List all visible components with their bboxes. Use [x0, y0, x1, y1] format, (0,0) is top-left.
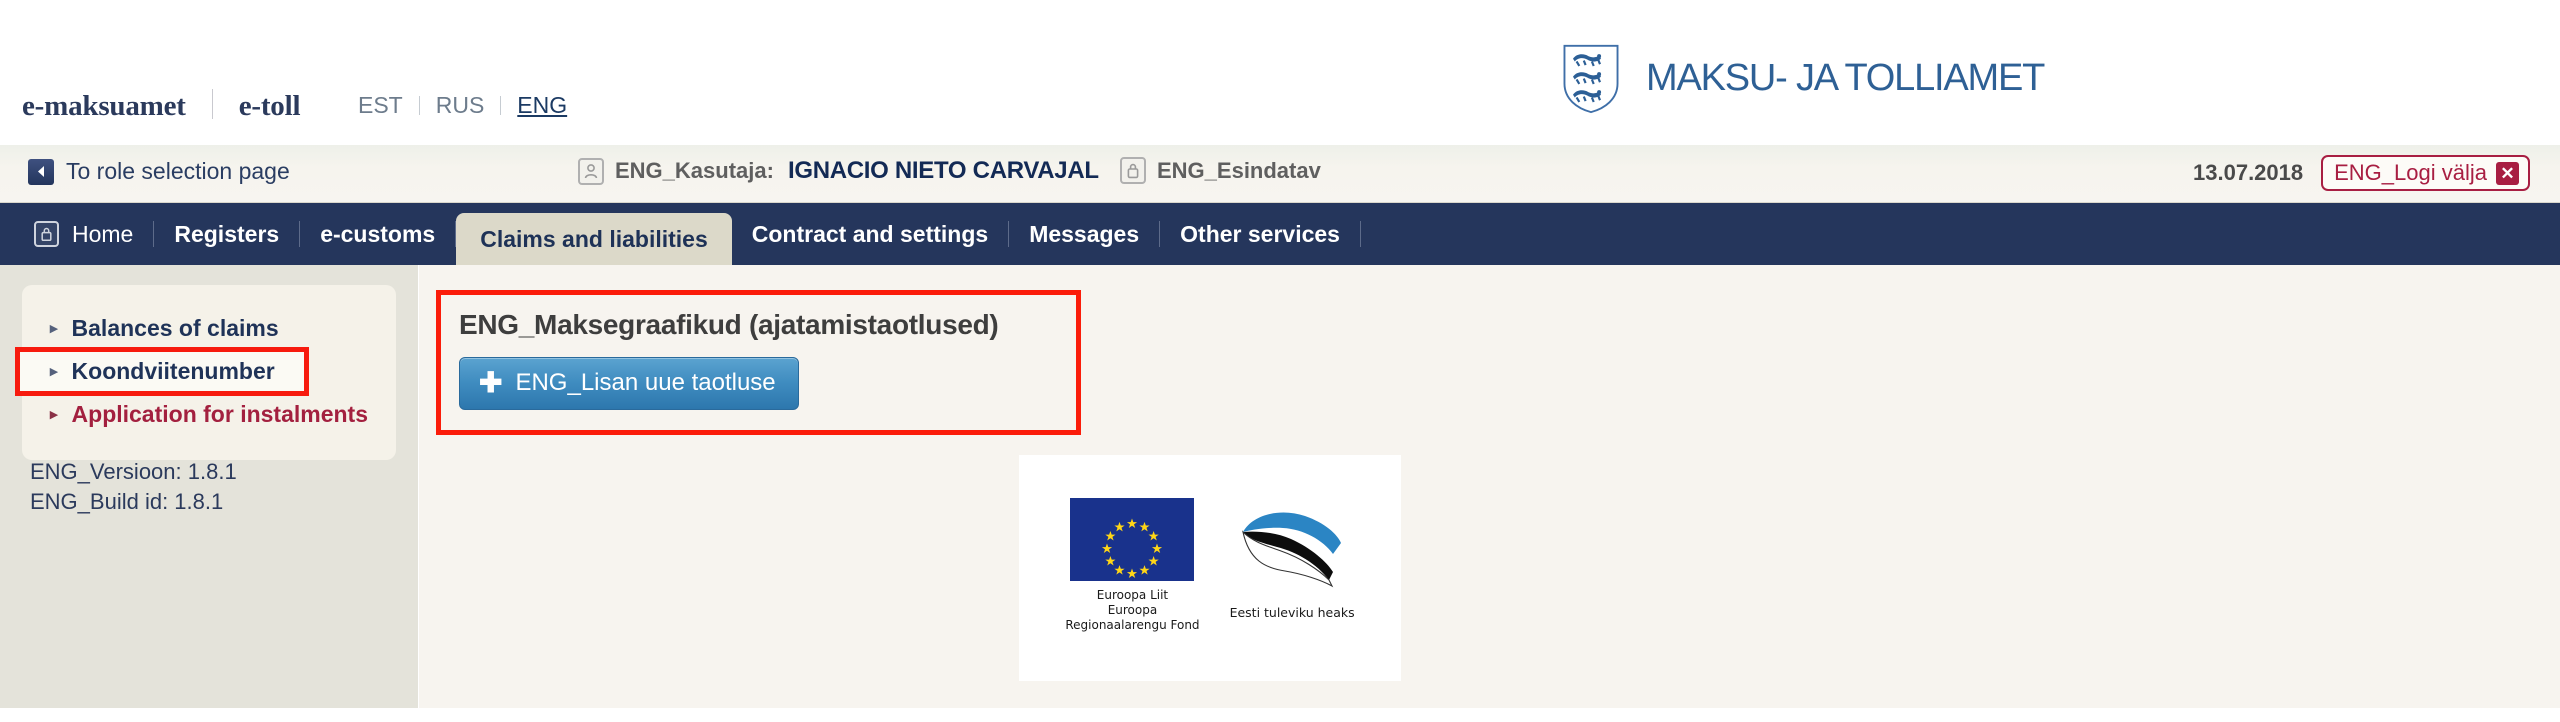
close-x-icon: ✕ [2496, 161, 2519, 185]
user-bar-right: 13.07.2018 ENG_Logi välja ✕ [2193, 155, 2530, 191]
nav-item-contract-and-settings[interactable]: Contract and settings [732, 203, 1008, 265]
version-line: ENG_Versioon: 1.8.1 [30, 459, 237, 484]
sidebar-item-application-for-instalments-label: Application for instalments [71, 401, 369, 427]
nav-item-home-label: Home [72, 220, 134, 247]
sidebar-item-balances-of-claims[interactable]: ▸ Balances of claims [22, 307, 396, 350]
eu-caption-line-1: Euroopa Liit [1096, 587, 1169, 602]
sidebar-item-koondviitenumber-label: Koondviitenumber [71, 358, 275, 384]
lang-divider [418, 96, 420, 115]
represented-label: ENG_Esindatav [1157, 157, 1321, 183]
nav-item-ecustoms[interactable]: e-customs [300, 203, 455, 265]
brand-logos: e-maksuamet e-toll [22, 85, 301, 123]
agency-logo-text: MAKSU- JA TOLLIAMET [1646, 56, 2045, 99]
to-role-selection-label: To role selection page [66, 158, 290, 184]
chevron-right-icon: ▸ [50, 406, 58, 423]
estonia-coat-of-arms-icon [1563, 44, 1619, 114]
logout-button[interactable]: ENG_Logi välja ✕ [2321, 155, 2530, 191]
represented-party-info: ENG_Esindatav [1120, 157, 1321, 184]
nav-item-claims-and-liabilities-label: Claims and liabilities [480, 225, 708, 252]
main-navigation: Home Registers e-customs Claims and liab… [0, 203, 2560, 265]
logout-label: ENG_Logi välja [2334, 160, 2487, 185]
plus-icon: ✚ [479, 367, 503, 398]
page-title: ENG_Maksegraafikud (ajatamistaotlused) [459, 309, 999, 340]
sidebar-item-koondviitenumber[interactable]: ▸ Koondviitenumber [15, 347, 309, 396]
european-union-flag-icon [1070, 497, 1195, 581]
chevron-right-icon: ▸ [50, 363, 58, 380]
lang-est[interactable]: EST [358, 92, 403, 119]
nav-item-registers[interactable]: Registers [154, 203, 299, 265]
eu-funding-caption: Euroopa Liit Euroopa Regionaalarengu Fon… [1065, 588, 1199, 633]
funding-logos-panel: Euroopa Liit Euroopa Regionaalarengu Fon… [1019, 455, 1401, 681]
chevron-right-icon: ▸ [50, 320, 58, 337]
nav-divider [1359, 221, 1361, 247]
to-role-selection-link[interactable]: To role selection page [28, 158, 290, 185]
nav-item-other-services[interactable]: Other services [1160, 203, 1360, 265]
current-date: 13.07.2018 [2193, 160, 2304, 185]
nav-item-contract-and-settings-label: Contract and settings [751, 220, 989, 247]
eu-funding-logo: Euroopa Liit Euroopa Regionaalarengu Fon… [1065, 497, 1200, 633]
brand-etoll[interactable]: e-toll [239, 90, 301, 123]
user-name-value: IGNACIO NIETO CARVAJAL [787, 157, 1099, 184]
eu-caption-line-3: Regionaalarengu Fond [1065, 617, 1200, 632]
sidebar-item-application-for-instalments[interactable]: ▸ Application for instalments [22, 393, 396, 436]
brand-divider [211, 89, 213, 119]
build-id-line: ENG_Build id: 1.8.1 [30, 489, 224, 515]
lang-divider [500, 96, 502, 115]
top-header: e-maksuamet e-toll EST RUS ENG MAKSU- JA… [0, 0, 2560, 145]
sidebar: ▸ Balances of claims ▸ Koondviitenumber … [0, 265, 418, 708]
lang-eng[interactable]: ENG [517, 92, 567, 119]
nav-item-messages[interactable]: Messages [1009, 203, 1159, 265]
lang-rus[interactable]: RUS [436, 92, 485, 119]
nav-item-messages-label: Messages [1029, 220, 1140, 247]
nav-item-home[interactable]: Home [28, 203, 153, 265]
main-content: ENG_Maksegraafikud (ajatamistaotlused) ✚… [418, 265, 2560, 708]
nav-item-claims-and-liabilities[interactable]: Claims and liabilities [456, 213, 732, 265]
eu-caption-line-2: Euroopa [1107, 602, 1158, 617]
nav-item-registers-label: Registers [174, 220, 280, 247]
nav-item-ecustoms-label: e-customs [320, 220, 436, 247]
current-user-info: ENG_Kasutaja: IGNACIO NIETO CARVAJAL [578, 157, 1099, 185]
nav-item-other-services-label: Other services [1180, 220, 1340, 247]
brand-emaksuamet[interactable]: e-maksuamet [22, 90, 186, 123]
estonia-flag-swoosh-icon [1242, 512, 1342, 588]
briefcase-icon [1120, 157, 1146, 184]
add-new-application-label: ENG_Lisan uue taotluse [515, 369, 776, 396]
sidebar-item-balances-of-claims-label: Balances of claims [71, 315, 279, 341]
version-info: ENG_Versioon: 1.8.1 ENG_Build id: 1.8.1 [30, 457, 237, 518]
back-arrow-icon [28, 158, 54, 185]
language-switcher: EST RUS ENG [358, 92, 567, 119]
user-bar: To role selection page ENG_Kasutaja: IGN… [0, 145, 2560, 203]
user-avatar-icon [578, 157, 604, 185]
payment-schedules-panel: ENG_Maksegraafikud (ajatamistaotlused) ✚… [436, 290, 1081, 435]
estonia-funding-caption: Eesti tuleviku heaks [1229, 605, 1355, 620]
add-new-application-button[interactable]: ✚ ENG_Lisan uue taotluse [459, 357, 799, 410]
sidebar-menu: ▸ Balances of claims ▸ Koondviitenumber … [15, 285, 396, 460]
agency-logo: MAKSU- JA TOLLIAMET [1558, 42, 2045, 114]
user-label: ENG_Kasutaja: [615, 158, 774, 183]
home-icon [34, 221, 59, 247]
estonia-funding-logo: Eesti tuleviku heaks [1230, 510, 1355, 620]
